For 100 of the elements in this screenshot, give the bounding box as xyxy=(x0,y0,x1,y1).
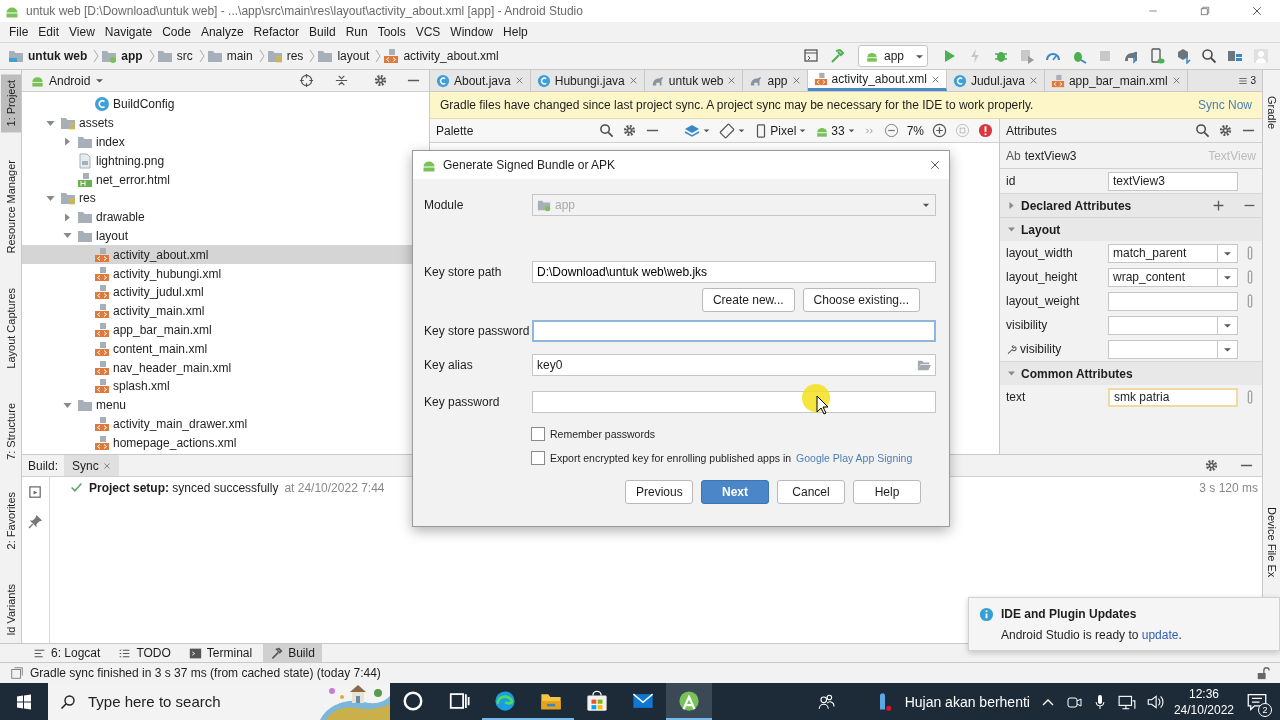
section-header[interactable]: Declared Attributes xyxy=(1000,193,1262,217)
search-icon[interactable] xyxy=(1195,123,1210,138)
menu-heading[interactable]: View xyxy=(64,25,100,39)
layers-icon[interactable] xyxy=(684,122,701,139)
breadcrumb[interactable]: layout xyxy=(337,49,370,63)
tree-item[interactable]: drawable xyxy=(96,210,145,225)
breadcrumb[interactable]: main xyxy=(226,49,253,63)
menu-heading[interactable]: Refactor xyxy=(248,25,304,39)
settings-icon[interactable] xyxy=(1204,458,1219,473)
tree-item[interactable]: layout xyxy=(96,228,129,243)
panel-tab[interactable]: Sync xyxy=(64,455,119,476)
search-icon[interactable] xyxy=(1201,48,1217,64)
menu-heading[interactable]: VCS xyxy=(410,25,446,39)
tool-window-tab[interactable]: Terminal xyxy=(181,644,260,662)
settings-icon[interactable] xyxy=(1218,123,1233,138)
breadcrumb[interactable]: src xyxy=(176,49,193,63)
close-icon[interactable] xyxy=(514,76,524,85)
tree-item[interactable]: index xyxy=(96,135,125,149)
menu-heading[interactable]: Analyze xyxy=(195,25,249,39)
error-icon[interactable] xyxy=(978,123,993,138)
tool-window-tab[interactable]: 2: Favorites xyxy=(0,486,21,556)
section-header[interactable]: Common Attributes xyxy=(1000,361,1262,385)
tree-item[interactable]: activity_main_drawer.xml xyxy=(113,416,248,431)
tree-item[interactable]: lightning.png xyxy=(96,153,165,168)
menu-heading[interactable]: Code xyxy=(157,25,196,39)
weather-text[interactable]: Hujan akan berhenti xyxy=(904,693,1030,710)
tree-item[interactable]: activity_hubungi.xml xyxy=(113,266,222,281)
collapsed-arrow-icon[interactable] xyxy=(1006,200,1017,211)
attribute-field[interactable]: textView3 xyxy=(1108,171,1238,191)
zoom-out-icon[interactable] xyxy=(883,123,899,138)
menu-heading[interactable]: Run xyxy=(340,25,373,39)
attribute-dropdown[interactable]: wrap_content xyxy=(1108,267,1238,287)
tool-window-tab[interactable]: 6: Logcat xyxy=(26,644,108,662)
zoom-in-icon[interactable] xyxy=(932,123,947,138)
editor-tab[interactable]: untuk web xyxy=(644,70,744,91)
search-box[interactable]: Type here to search xyxy=(48,683,390,720)
add-icon[interactable] xyxy=(1212,199,1225,212)
rerun-icon[interactable] xyxy=(28,485,43,500)
sync-now-link[interactable]: Sync Now xyxy=(1197,98,1252,112)
tree-item[interactable]: res xyxy=(79,191,96,206)
tool-window-tab[interactable]: TODO xyxy=(111,644,178,662)
attribute-field[interactable] xyxy=(1108,291,1238,311)
breadcrumb[interactable]: res xyxy=(286,49,304,63)
tool-window-tab[interactable]: Build xyxy=(263,644,322,662)
device-dropdown[interactable]: Pixel xyxy=(754,123,808,138)
project-structure-icon[interactable] xyxy=(1227,48,1243,64)
close-icon[interactable] xyxy=(930,74,940,84)
run-configuration-dropdown[interactable]: app xyxy=(858,45,928,67)
menu-heading[interactable]: Help xyxy=(498,25,533,39)
tool-window-tab[interactable]: Layout Captures xyxy=(0,282,21,375)
volume-icon[interactable] xyxy=(1145,692,1164,711)
tree-item[interactable]: activity_judul.xml xyxy=(113,285,204,300)
dialog-button[interactable]: Help xyxy=(853,480,921,504)
attribute-dropdown[interactable]: match_parent xyxy=(1108,243,1238,263)
editor-tab[interactable]: app xyxy=(743,70,808,91)
tree-item[interactable]: app_bar_main.xml xyxy=(113,322,212,337)
tree-item[interactable]: nav_header_main.xml xyxy=(113,360,232,375)
phone-icon[interactable] xyxy=(1149,48,1165,64)
close-icon[interactable] xyxy=(1171,76,1181,85)
close-icon[interactable] xyxy=(628,76,638,85)
hammer-icon[interactable] xyxy=(829,48,845,64)
editor-tab[interactable]: activity_about.xml xyxy=(807,70,947,91)
locate-icon[interactable] xyxy=(299,73,314,88)
editor-tab[interactable]: Hubungi.java xyxy=(530,70,645,91)
attribute-field[interactable]: smk patria xyxy=(1108,387,1238,407)
api-level-dropdown[interactable]: 33 xyxy=(815,123,856,138)
tree-item[interactable]: content_main.xml xyxy=(113,341,208,356)
checkbox[interactable] xyxy=(531,427,545,441)
breadcrumb[interactable]: app xyxy=(121,49,143,63)
close-icon[interactable] xyxy=(1028,76,1038,85)
notifications-button[interactable]: 2 xyxy=(1244,688,1270,715)
menu-heading[interactable]: Tools xyxy=(372,25,411,39)
view-dropdown[interactable]: Android xyxy=(30,73,106,88)
key-store-button[interactable]: Create new... xyxy=(701,288,795,312)
tool-window-tab[interactable]: Gradle xyxy=(1263,92,1280,134)
link[interactable]: Google Play App Signing xyxy=(796,452,913,464)
people-icon[interactable] xyxy=(816,692,835,711)
tool-window-tab[interactable]: ld Variants xyxy=(0,577,21,641)
dialog-button[interactable]: Cancel xyxy=(777,480,845,504)
tree-item[interactable]: splash.xml xyxy=(113,379,170,394)
dialog-button[interactable]: Previous xyxy=(625,480,693,504)
menu-heading[interactable]: Edit xyxy=(33,25,65,39)
breadcrumb[interactable]: activity_about.xml xyxy=(403,49,499,63)
expanded-arrow-icon[interactable] xyxy=(1006,224,1017,235)
tree-item[interactable]: activity_about.xml xyxy=(113,247,209,262)
search-icon[interactable] xyxy=(599,123,615,138)
settings-icon[interactable] xyxy=(622,123,638,138)
close-icon[interactable] xyxy=(929,159,941,171)
tree-item[interactable]: assets xyxy=(79,116,114,131)
key-store-path-field[interactable]: D:\Download\untuk web\web.jks xyxy=(532,261,936,283)
tab-overflow-button[interactable]: 3 xyxy=(1232,70,1262,91)
taskbar-app[interactable] xyxy=(666,683,712,720)
pin-icon[interactable] xyxy=(28,514,43,529)
tree-item[interactable]: menu xyxy=(96,398,127,413)
search-field[interactable]: Type here to search xyxy=(86,692,286,711)
tool-window-tab[interactable]: 1: Project xyxy=(0,74,21,133)
menu-heading[interactable]: File xyxy=(4,25,34,39)
password-field[interactable] xyxy=(532,320,936,342)
tree-item[interactable]: homepage_actions.xml xyxy=(113,435,237,450)
close-icon[interactable] xyxy=(727,76,737,85)
